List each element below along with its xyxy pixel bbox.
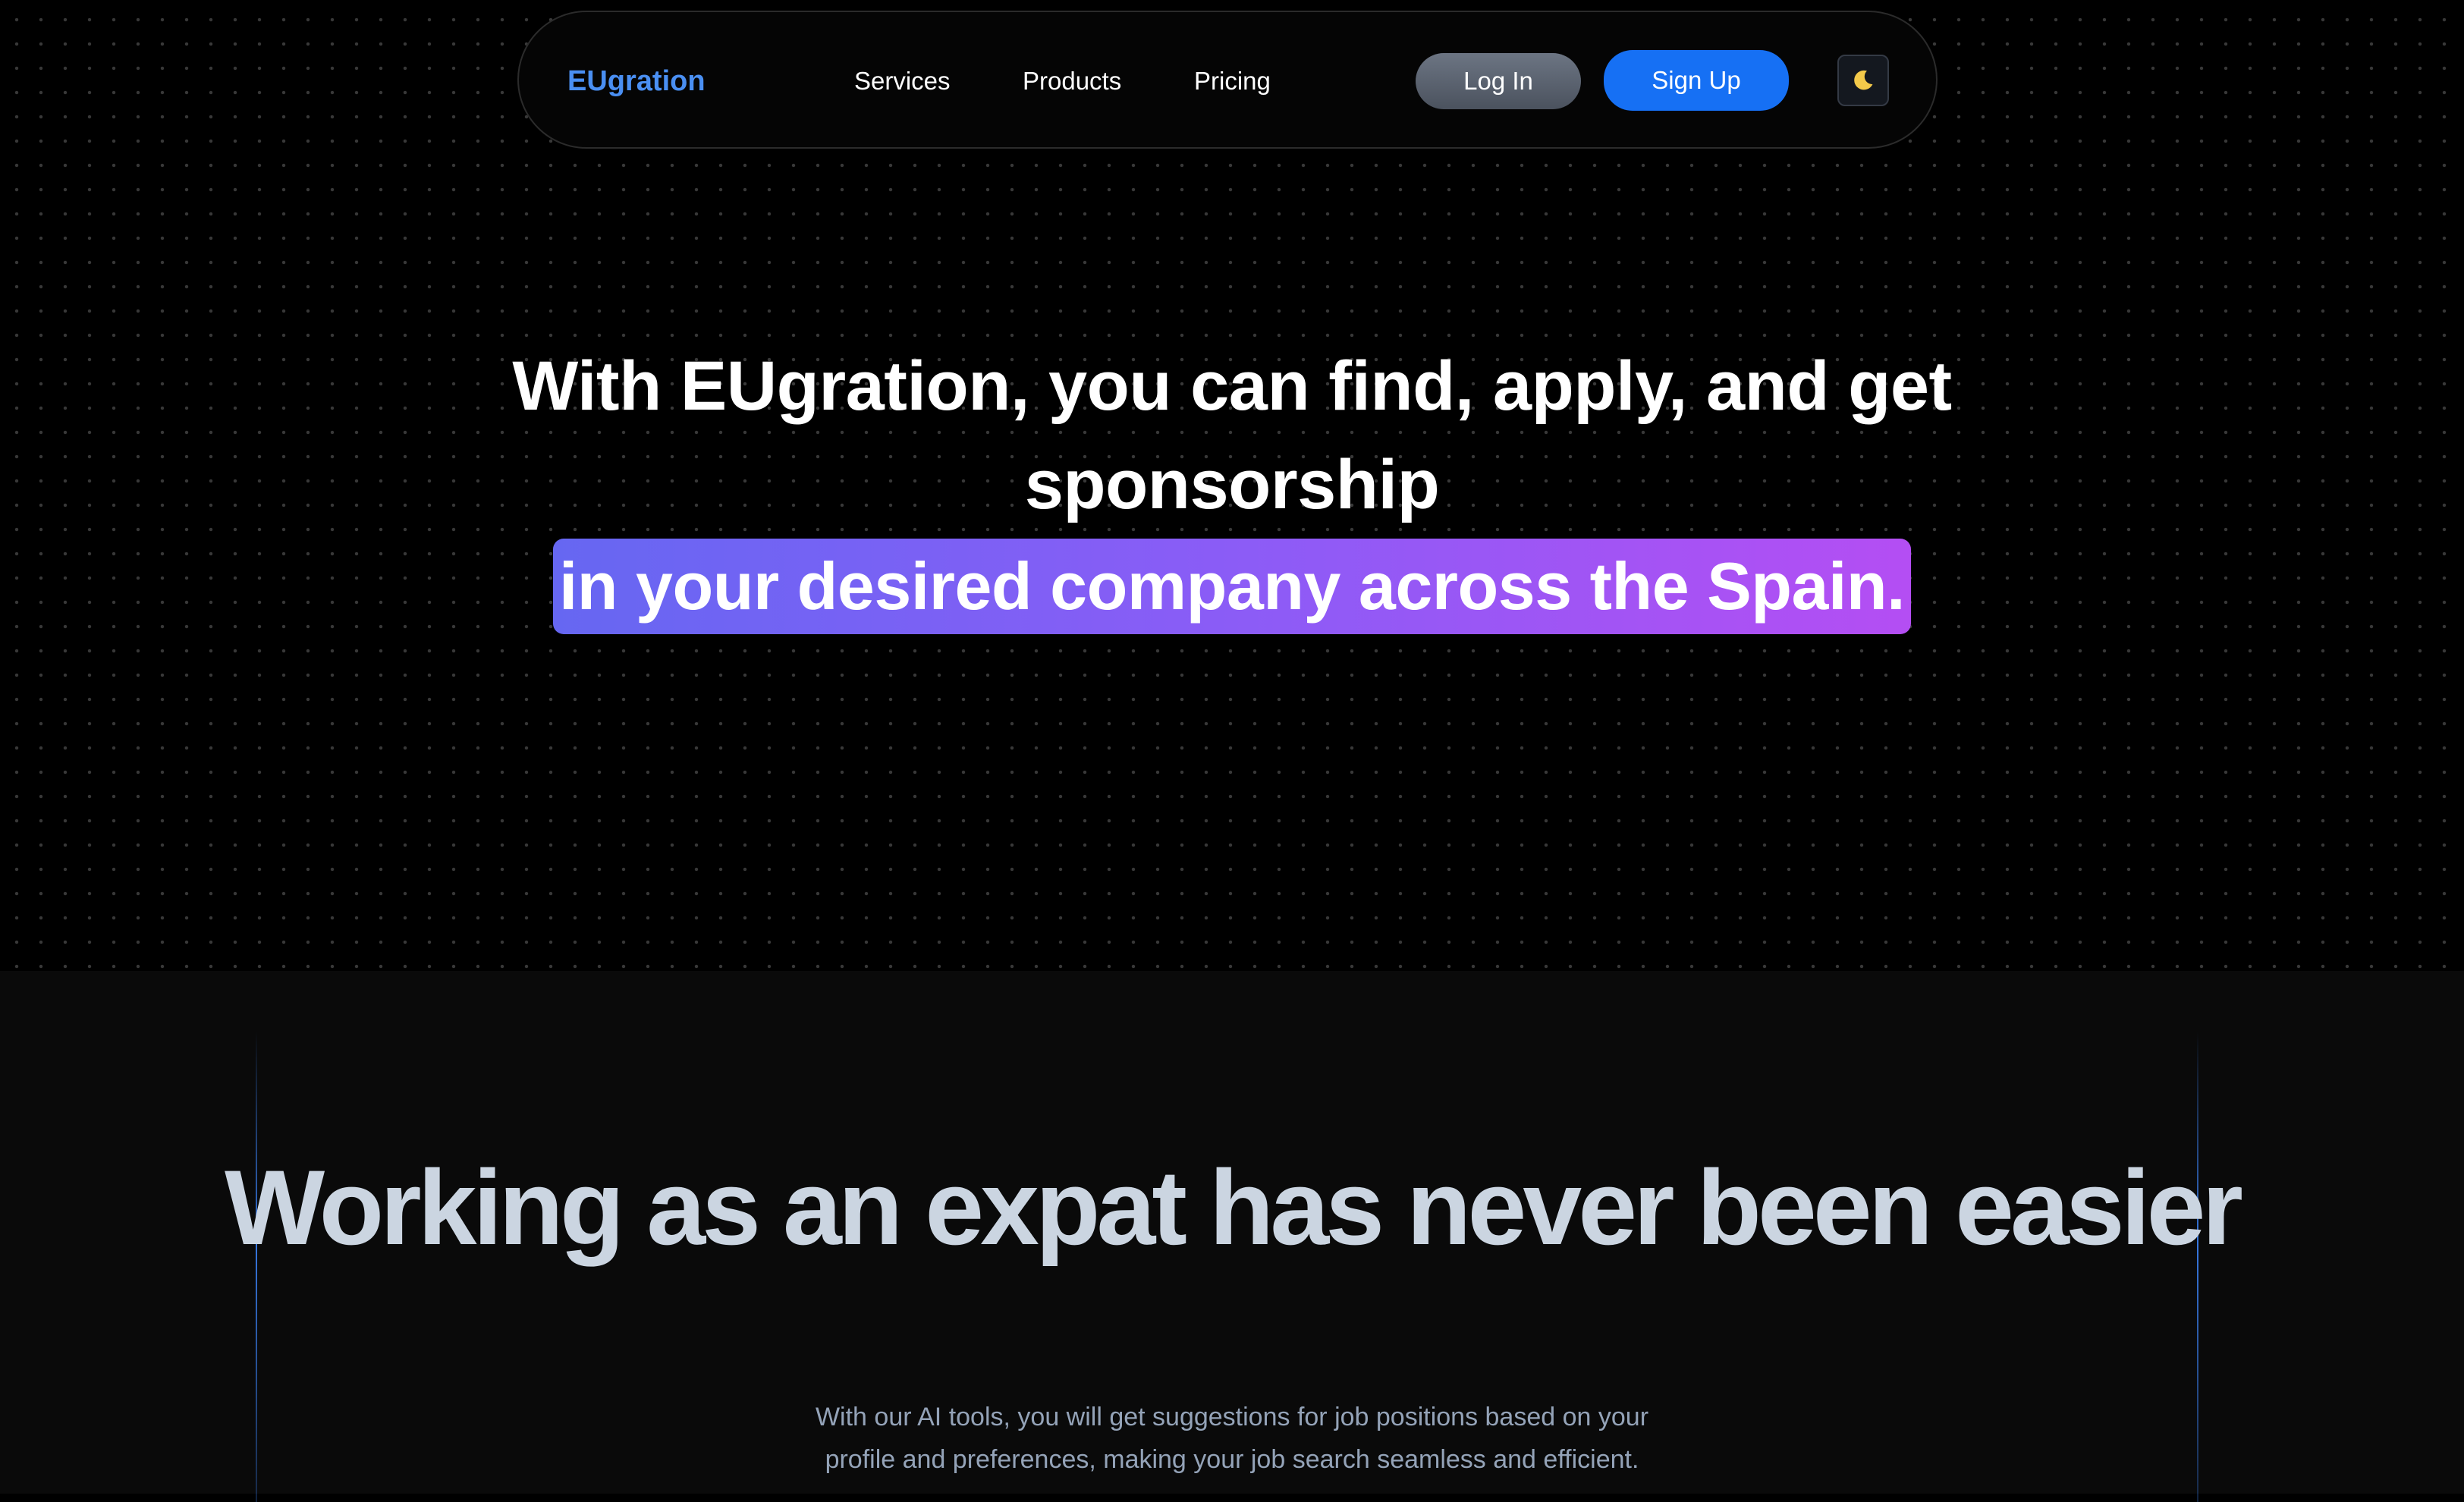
theme-toggle-button[interactable]	[1837, 55, 1889, 106]
nav-link-services[interactable]: Services	[854, 12, 951, 150]
signup-button[interactable]: Sign Up	[1604, 50, 1789, 111]
nav-link-products[interactable]: Products	[1023, 12, 1121, 150]
decorative-line-right	[2197, 1032, 2198, 1502]
logo[interactable]: EUgration	[567, 12, 706, 150]
section-title: Working as an expat has never been easie…	[225, 1148, 2243, 1267]
hero-section: EUgration Services Products Pricing Log …	[0, 0, 2464, 971]
hero-title: With EUgration, you can find, apply, and…	[512, 347, 1952, 523]
features-section: Working as an expat has never been easie…	[0, 971, 2464, 1502]
decorative-line-left	[256, 1032, 257, 1502]
login-button[interactable]: Log In	[1416, 53, 1581, 109]
navbar: EUgration Services Products Pricing Log …	[517, 11, 1938, 149]
section-description: With our AI tools, you will get suggesti…	[815, 1403, 1649, 1474]
hero-highlight: in your desired company across the Spain…	[552, 539, 1912, 634]
moon-icon	[1854, 70, 1873, 90]
hero-highlight-row: in your desired company across the Spain…	[0, 539, 2464, 634]
nav-link-pricing[interactable]: Pricing	[1194, 12, 1271, 150]
